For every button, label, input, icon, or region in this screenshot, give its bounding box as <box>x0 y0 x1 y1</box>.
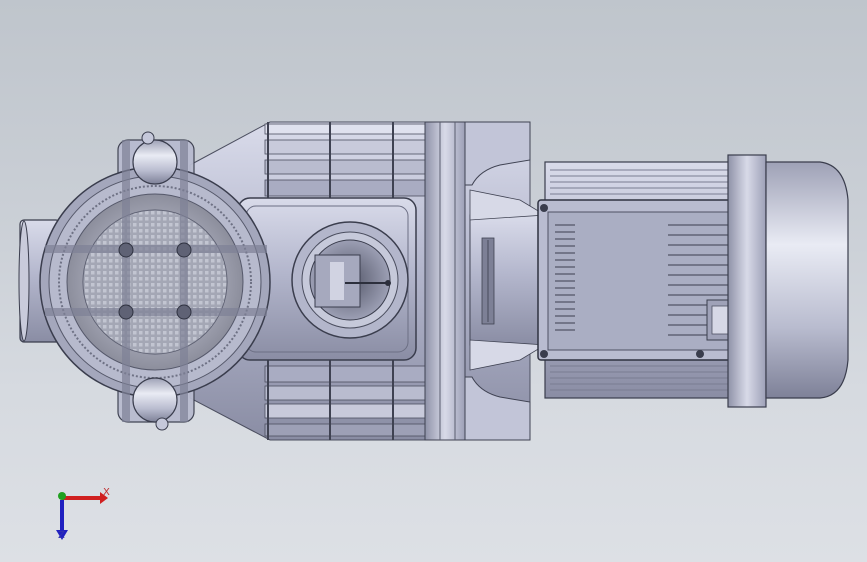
orientation-triad: X Z <box>40 478 120 548</box>
motor-housing <box>537 161 747 399</box>
pump-motor-assembly-model[interactable] <box>0 0 867 562</box>
clamp-knob-top <box>132 139 178 185</box>
z-axis-label: Z <box>58 530 65 541</box>
x-axis-label: X <box>103 487 110 498</box>
cad-viewport[interactable]: X Z <box>0 0 867 562</box>
y-axis-dot <box>58 492 66 500</box>
shaft-coupling <box>469 189 549 371</box>
clamp-knob-bottom <box>132 377 178 423</box>
motor-end-cap <box>727 154 849 408</box>
x-axis-arrow <box>62 492 108 504</box>
